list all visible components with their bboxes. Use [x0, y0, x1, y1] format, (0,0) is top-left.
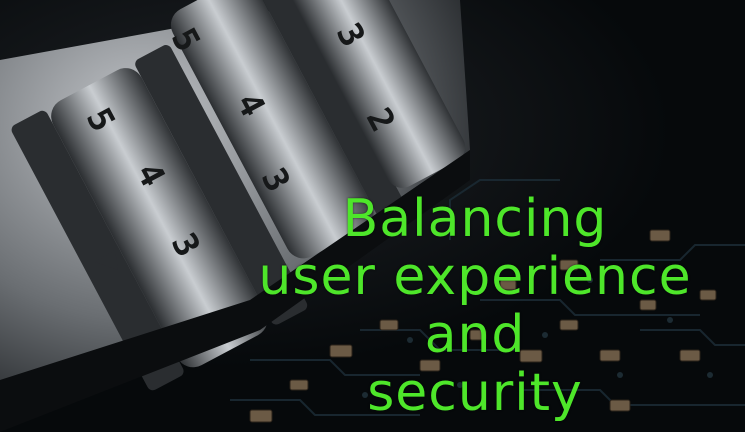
dial-digit: 4 [127, 156, 173, 194]
dial-digit: 2 [357, 101, 403, 139]
headline-line: security [367, 363, 583, 423]
hero-image: 5 4 3 5 4 3 3 2 Balancing user experienc… [0, 0, 745, 432]
dial-digit: 5 [162, 21, 208, 59]
dial-digit: 3 [327, 16, 373, 54]
headline-line: user experience [258, 247, 692, 307]
dial-digit: 4 [227, 86, 273, 124]
headline-line: Balancing [342, 189, 608, 249]
headline-caption: Balancing user experience and security [230, 190, 720, 422]
headline-line: and [424, 305, 526, 365]
dial-digit: 3 [162, 226, 208, 264]
dial-digit: 5 [77, 101, 123, 139]
